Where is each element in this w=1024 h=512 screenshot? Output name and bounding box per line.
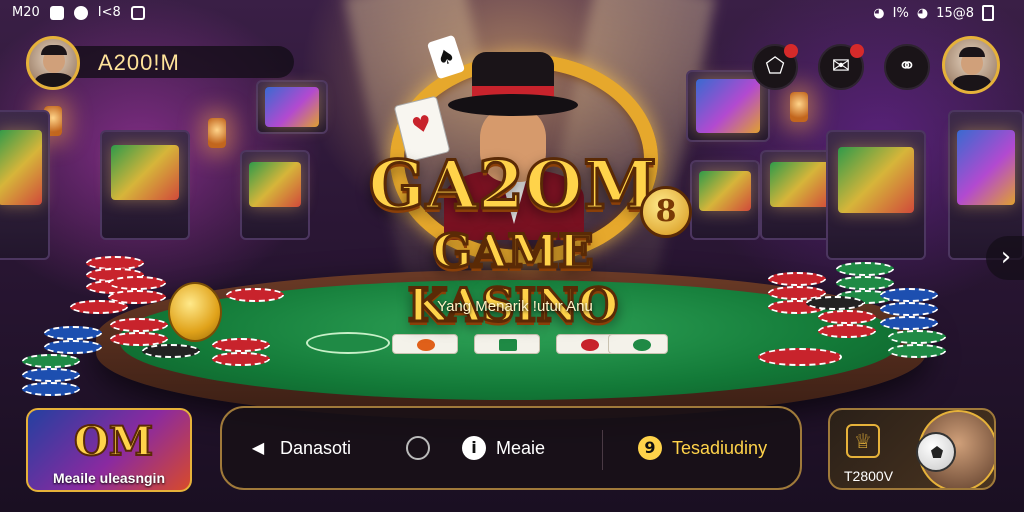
chip (44, 340, 102, 354)
nav-item-label: Meaie (496, 437, 546, 458)
battery-percent: I% (892, 5, 909, 21)
tag-icon: ⬠ (765, 54, 785, 79)
table-card (306, 332, 390, 354)
chip (806, 296, 864, 310)
nav-item-meaie[interactable]: i Meaie (462, 436, 545, 460)
chip (212, 352, 270, 366)
profile-avatar-button[interactable] (942, 36, 1000, 94)
chip (888, 344, 946, 358)
chip (212, 338, 270, 352)
wall-screen (256, 80, 328, 134)
chip (758, 348, 842, 366)
chevron-right-icon[interactable]: › (986, 236, 1024, 280)
app-icon (130, 5, 145, 20)
chip (110, 318, 168, 332)
chip (22, 368, 80, 382)
mail-button[interactable]: ✉ (818, 44, 864, 90)
chip (880, 288, 938, 302)
promo-left-label: Meaile uleasngin (52, 470, 166, 486)
chip (108, 276, 166, 290)
slot-machine (826, 130, 926, 260)
arrow-left-icon: ◀ (251, 438, 265, 457)
location-icon (406, 436, 430, 460)
wifi-icon: ◕ (873, 5, 885, 21)
status-bar: M20 I<8 ◕ I% ◕ 15@8 (0, 0, 1024, 26)
chip (70, 300, 128, 314)
soccer-ball-icon (916, 432, 956, 472)
coin-icon: 9 (638, 436, 662, 460)
clock-icon (73, 5, 88, 20)
chip (226, 288, 284, 302)
promo-left-logo: OM (73, 417, 154, 466)
notification-button[interactable]: ⬠ (752, 44, 798, 90)
logo-subtitle: GAME KASINO (406, 223, 620, 334)
tagline: Yang Menarik !utur Anu (437, 298, 593, 315)
mail-icon: ✉ (831, 54, 851, 79)
notification-icon (49, 5, 64, 20)
chip (818, 310, 876, 324)
status-time: 15@8 (936, 5, 974, 21)
nav-item-location[interactable] (406, 436, 430, 460)
table-card (392, 334, 458, 354)
status-left-text: M20 (12, 5, 40, 20)
promo-banner-left[interactable]: OM Meaile uleasngin (26, 408, 192, 492)
chip (836, 276, 894, 290)
wall-lamp (208, 118, 226, 148)
nav-item-label: Danasoti (280, 437, 352, 458)
username: A200!M (98, 50, 180, 75)
info-icon: i (462, 436, 486, 460)
nav-item-danasoti[interactable]: ◀ Danasoti (246, 436, 351, 460)
slot-machine (0, 110, 50, 260)
chip (836, 262, 894, 276)
user-avatar[interactable] (26, 36, 80, 90)
chip (22, 382, 80, 396)
nav-item-label: Tesadiudiny (672, 437, 768, 458)
notification-dot (850, 44, 864, 58)
chip (44, 326, 102, 340)
nav-item-tesadiudiny[interactable]: 9 Tesadiudiny (638, 436, 767, 460)
table-card (608, 334, 668, 354)
table-card (474, 334, 540, 354)
bottom-nav: ◀ Danasoti i Meaie 9 Tesadiudiny (220, 406, 802, 490)
chip (22, 354, 80, 368)
status-app-label: I<8 (97, 5, 121, 20)
slot-machine (240, 150, 310, 240)
nav-divider (602, 430, 603, 470)
promo-right-label: T2800V (844, 468, 894, 484)
chip (768, 272, 826, 286)
slot-machine (100, 130, 190, 240)
share-button[interactable]: ⚭ (884, 44, 930, 90)
chip (880, 302, 938, 316)
gift-icon: ♕ (846, 424, 880, 458)
signal-icon: ◕ (916, 5, 929, 21)
notification-dot (784, 44, 798, 58)
chip (142, 344, 200, 358)
chip (880, 316, 938, 330)
chip (888, 330, 946, 344)
user-profile-pill[interactable]: A200!M (26, 36, 294, 90)
chip (818, 324, 876, 338)
share-icon: ⚭ (897, 54, 917, 79)
promo-banner-right[interactable]: ♕ T2800V (828, 408, 996, 490)
battery-icon (982, 5, 994, 21)
gold-coin (168, 282, 222, 342)
wall-lamp (790, 92, 808, 122)
